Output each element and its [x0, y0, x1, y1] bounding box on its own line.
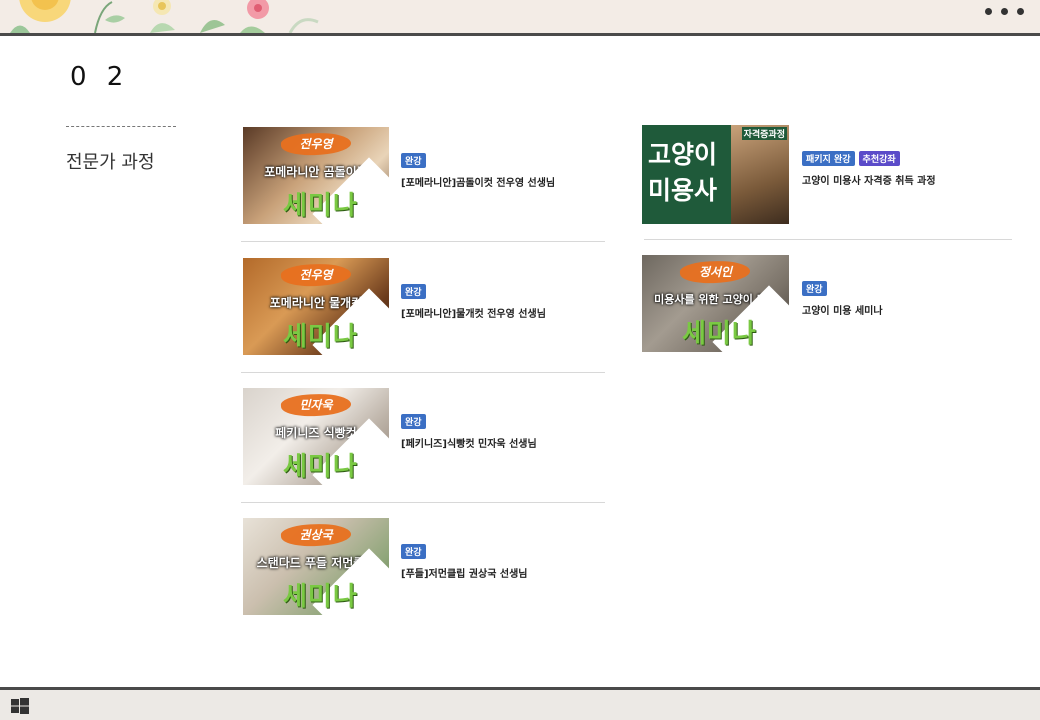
status-badge: 완강	[401, 153, 426, 168]
more-dots-icon[interactable]	[985, 8, 1024, 15]
course-card[interactable]: 전우영 포메라니안 물개컷 세미나 완강 [포메라니안]물개컷 전우영 선생님	[241, 258, 605, 373]
row-divider	[241, 502, 605, 503]
course-thumbnail[interactable]: 전우영 포메라니안 물개컷 세미나	[243, 258, 389, 355]
top-bar	[0, 0, 1040, 36]
status-badge: 패키지 완강	[802, 151, 855, 166]
thumb-instructor: 전우영	[299, 268, 333, 282]
thumb-big-title-2: 미용사	[648, 176, 718, 205]
status-badge: 완강	[401, 284, 426, 299]
course-thumbnail[interactable]: 민자욱 페키니즈 식빵컷 세미나	[243, 388, 389, 485]
recommend-badge: 추천강좌	[858, 151, 900, 166]
thumb-seminar-label: 세미나	[283, 191, 358, 221]
thumb-seminar-label: 세미나	[283, 452, 358, 482]
thumb-corner-label: 자격증과정	[741, 127, 787, 140]
thumb-instructor: 정서인	[698, 265, 733, 279]
section-title: 전문가 과정	[66, 152, 155, 173]
thumb-instructor: 전우영	[299, 137, 333, 151]
course-thumbnail[interactable]: 자격증과정 고양이 미용사	[642, 125, 789, 224]
course-title[interactable]: [포메라니안]물개컷 전우영 선생님	[401, 305, 546, 320]
status-badge: 완강	[802, 281, 827, 296]
course-card[interactable]: 자격증과정 고양이 미용사 패키지 완강 추천강좌 고양이 미용사 자격증 취득…	[642, 125, 1012, 240]
course-card[interactable]: 정서인 미용사를 위한 고양이 미용 세미나 완강 고양이 미용 세미나	[642, 255, 1004, 355]
thumb-big-title-1: 고양이	[648, 140, 718, 169]
thumb-seminar-label: 세미나	[682, 319, 757, 349]
course-thumbnail[interactable]: 권상국 스탠다드 푸들 저먼클립 세미나	[243, 518, 389, 615]
taskbar	[0, 687, 1040, 720]
course-thumbnail[interactable]: 정서인 미용사를 위한 고양이 미용 세미나	[642, 255, 789, 352]
status-badge: 완강	[401, 544, 426, 559]
row-divider	[241, 372, 605, 373]
course-title[interactable]: [푸들]저먼클립 권상국 선생님	[401, 565, 528, 580]
thumb-seminar-label: 세미나	[283, 582, 358, 612]
course-card[interactable]: 민자욱 페키니즈 식빵컷 세미나 완강 [페키니즈]식빵컷 민자욱 선생님	[241, 388, 605, 503]
course-title[interactable]: [포메라니안]곰돌이컷 전우영 선생님	[401, 174, 555, 189]
course-thumbnail[interactable]: 전우영 포메라니안 곰돌이컷 세미나	[243, 127, 389, 224]
thumb-instructor: 민자욱	[299, 398, 333, 412]
course-title[interactable]: [페키니즈]식빵컷 민자욱 선생님	[401, 435, 537, 450]
course-title[interactable]: 고양이 미용사 자격증 취득 과정	[802, 172, 936, 187]
windows-start-icon[interactable]	[11, 698, 29, 714]
status-badge: 완강	[401, 414, 426, 429]
course-card[interactable]: 전우영 포메라니안 곰돌이컷 세미나 완강 [포메라니안]곰돌이컷 전우영 선생…	[241, 127, 605, 242]
row-divider	[644, 239, 1012, 240]
thumb-instructor: 권상국	[299, 528, 333, 542]
thumb-seminar-label: 세미나	[283, 322, 358, 352]
section-divider	[66, 126, 176, 127]
course-title[interactable]: 고양이 미용 세미나	[802, 302, 883, 317]
course-card[interactable]: 권상국 스탠다드 푸들 저먼클립 세미나 완강 [푸들]저먼클립 권상국 선생님	[243, 518, 605, 618]
row-divider	[241, 241, 605, 242]
section-number: 0 2	[70, 62, 130, 92]
floral-decoration	[10, 0, 319, 33]
